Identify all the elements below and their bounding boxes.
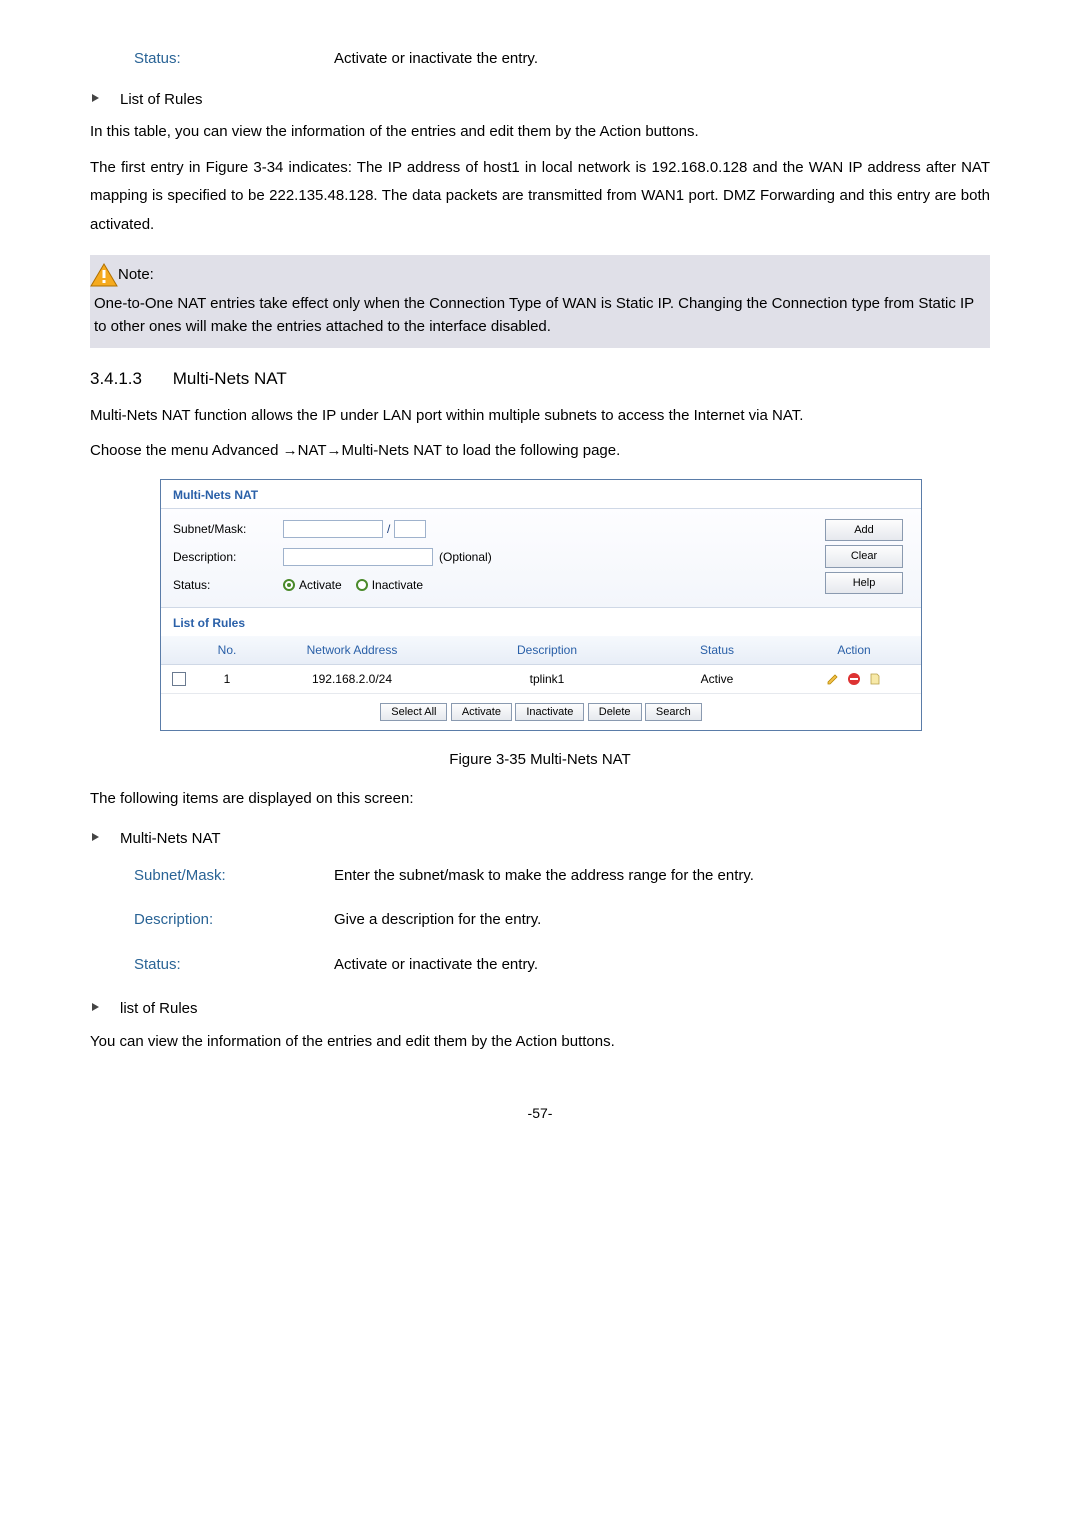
screenshot-panel: Multi-Nets NAT Subnet/Mask: / Descriptio…	[160, 479, 922, 732]
note-label: Note:	[118, 264, 154, 287]
mask-input[interactable]	[394, 520, 426, 538]
inactivate-button[interactable]: Inactivate	[515, 703, 584, 721]
col-header-no: No.	[197, 636, 257, 664]
field-label-subnet: Subnet/Mask:	[134, 865, 334, 888]
delete-icon[interactable]	[845, 672, 866, 686]
page-number: -57-	[90, 1103, 990, 1124]
activate-button[interactable]: Activate	[451, 703, 512, 721]
cell-network-address: 192.168.2.0/24	[257, 665, 447, 693]
note-body: One-to-One NAT entries take effect only …	[90, 293, 978, 338]
heading-list-of-rules-2: list of Rules	[120, 998, 990, 1021]
delete-button[interactable]: Delete	[588, 703, 642, 721]
col-header-network-address: Network Address	[257, 636, 447, 664]
paragraph-items-displayed: The following items are displayed on thi…	[90, 788, 990, 811]
ss-label-description: Description:	[173, 548, 283, 566]
field-label-status-top: Status:	[134, 48, 334, 71]
ss-table-header-row: No. Network Address Description Status A…	[161, 636, 921, 665]
add-button[interactable]: Add	[825, 519, 903, 542]
col-header-status: Status	[647, 636, 787, 664]
clear-button[interactable]: Clear	[825, 545, 903, 568]
paragraph-example: The first entry in Figure 3-34 indicates…	[90, 154, 990, 240]
ss-slash: /	[387, 520, 390, 538]
col-header-action: Action	[787, 636, 921, 664]
cell-description: tplink1	[447, 665, 647, 693]
chevron-icon	[90, 89, 102, 112]
detail-icon[interactable]	[866, 672, 884, 686]
description-input[interactable]	[283, 548, 433, 566]
paragraph-mn-intro: Multi-Nets NAT function allows the IP un…	[90, 402, 990, 431]
chevron-icon	[90, 998, 102, 1021]
field-value-status-top: Activate or inactivate the entry.	[334, 48, 990, 71]
radio-activate[interactable]	[283, 579, 295, 591]
table-row: 1 192.168.2.0/24 tplink1 Active	[161, 665, 921, 694]
chevron-icon	[90, 828, 102, 851]
note-box: Note: One-to-One NAT entries take effect…	[90, 255, 990, 348]
radio-inactivate-label: Inactivate	[372, 576, 423, 594]
heading-list-of-rules: List of Rules	[120, 89, 990, 112]
warning-triangle-icon	[90, 263, 118, 287]
help-button[interactable]: Help	[825, 572, 903, 595]
paragraph-view-entries: You can view the information of the entr…	[90, 1031, 990, 1054]
row-checkbox[interactable]	[172, 672, 186, 686]
figure-caption: Figure 3-35 Multi-Nets NAT	[90, 749, 990, 772]
cell-status: Active	[647, 665, 787, 693]
field-label-status: Status:	[134, 954, 334, 977]
paragraph-menu-path: Choose the menu Advanced →NAT→Multi-Nets…	[90, 440, 990, 463]
subnet-input[interactable]	[283, 520, 383, 538]
cell-no: 1	[197, 665, 257, 693]
ss-label-subnet: Subnet/Mask:	[173, 520, 283, 538]
radio-activate-label: Activate	[299, 576, 342, 594]
paragraph-intro-table: In this table, you can view the informat…	[90, 121, 990, 144]
search-button[interactable]: Search	[645, 703, 702, 721]
radio-inactivate[interactable]	[356, 579, 368, 591]
edit-icon[interactable]	[824, 672, 845, 686]
field-label-description: Description:	[134, 909, 334, 932]
heading-multi-nets-nat: Multi-Nets NAT	[120, 828, 990, 851]
field-value-description: Give a description for the entry.	[334, 909, 990, 932]
select-all-button[interactable]: Select All	[380, 703, 447, 721]
field-value-status: Activate or inactivate the entry.	[334, 954, 990, 977]
field-value-subnet: Enter the subnet/mask to make the addres…	[334, 865, 990, 888]
ss-title-multi-nets-nat: Multi-Nets NAT	[161, 480, 921, 508]
ss-label-status: Status:	[173, 576, 283, 594]
ss-title-list-of-rules: List of Rules	[161, 608, 921, 636]
col-header-description: Description	[447, 636, 647, 664]
heading-number: 3.4.1.3	[90, 369, 142, 388]
ss-optional-hint: (Optional)	[439, 548, 492, 566]
heading-title: Multi-Nets NAT	[173, 369, 287, 388]
